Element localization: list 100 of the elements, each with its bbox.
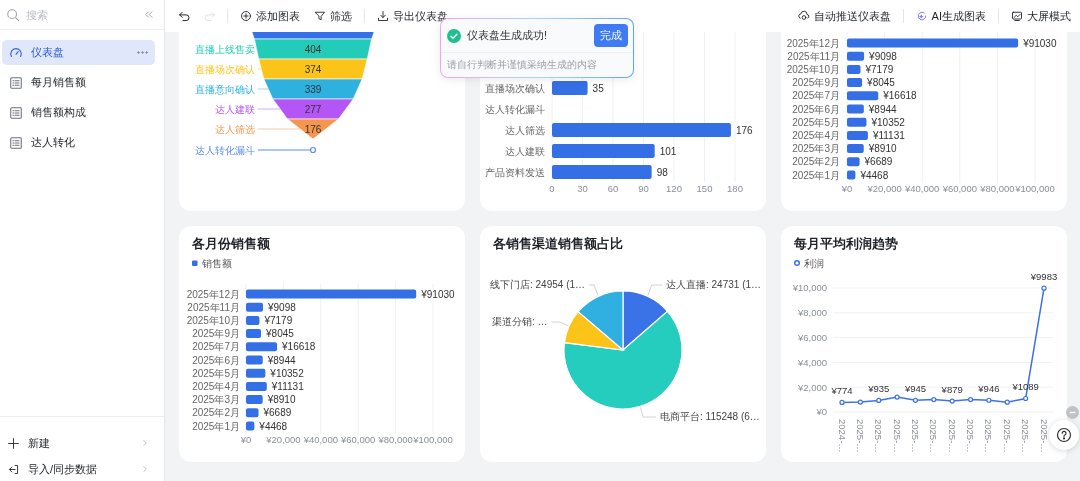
- slice-label: 渠道分销: …: [492, 316, 548, 327]
- value-label: ¥4468: [860, 169, 889, 181]
- value-label: ¥879: [941, 384, 963, 396]
- category-label: 达人转化漏斗: [485, 103, 545, 115]
- axis-tick-label: 2025-…: [873, 419, 885, 453]
- axis-tick-label: 90: [638, 183, 649, 194]
- value-label: ¥8045: [867, 77, 895, 89]
- value-label: ¥7179: [865, 64, 894, 75]
- axis-tick-label: ¥80,000: [378, 434, 413, 445]
- value-label: ¥946: [978, 383, 1000, 395]
- funnel-value: 374: [304, 63, 322, 75]
- category-label: 2025年7月: [792, 90, 840, 102]
- value-label: ¥8910: [868, 143, 897, 155]
- axis-tick-label: ¥0: [841, 183, 853, 194]
- axis-tick-label: 0: [549, 183, 555, 194]
- value-label: ¥11131: [271, 381, 304, 392]
- category-label: 2025年11月: [787, 50, 840, 62]
- axis-tick-label: ¥2,000: [797, 381, 827, 393]
- axis-tick-label: 2025-…: [928, 419, 940, 453]
- category-label: 2025年4月: [192, 381, 240, 392]
- value-label: ¥16618: [282, 341, 316, 353]
- axis-tick-label: ¥4,000: [797, 356, 827, 368]
- value-label: 101: [659, 145, 677, 157]
- legend-label: 销售额: [202, 258, 232, 269]
- funnel-label: 达人筛选: [215, 123, 255, 135]
- axis-tick-label: ¥20,000: [867, 183, 902, 194]
- axis-tick-label: 2025-…: [1001, 419, 1013, 453]
- value-label: 98: [656, 166, 668, 178]
- category-label: 产品资料发送: [485, 166, 545, 178]
- value-label: ¥8910: [267, 394, 296, 406]
- category-label: 2025年3月: [792, 143, 840, 155]
- category-label: 2025年12月: [186, 288, 240, 300]
- axis-tick-label: 2025-…: [965, 419, 977, 453]
- value-label: ¥10352: [871, 116, 905, 128]
- axis-tick-label: 2025-…: [854, 419, 866, 453]
- axis-tick-label: ¥40,000: [303, 434, 338, 445]
- category-label: 2025年5月: [792, 116, 840, 128]
- category-label: 2025年9月: [792, 77, 840, 89]
- axis-tick-label: 2025-…: [946, 419, 958, 453]
- category-label: 2025年5月: [192, 367, 240, 379]
- axis-tick-label: 2025-…: [891, 419, 903, 453]
- category-label: 2025年9月: [192, 328, 240, 340]
- value-label: ¥10352: [270, 367, 304, 379]
- funnel-value: 277: [304, 103, 322, 115]
- slice-label: 电商平台: 115248 (6…: [660, 411, 760, 422]
- funnel-label: 直播意向确认: [195, 83, 255, 95]
- category-label: 2025年2月: [792, 156, 840, 168]
- category-label: 2025年3月: [192, 394, 240, 406]
- category-label: 2025年1月: [192, 420, 240, 432]
- value-label: 35: [592, 82, 604, 94]
- axis-tick-label: ¥0: [816, 406, 827, 418]
- axis-tick-label: 2024-…: [836, 419, 848, 453]
- slice-label: 达人直播: 24731 (1…: [666, 279, 762, 290]
- axis-tick-label: ¥10,000: [792, 282, 827, 294]
- funnel-label: 直播场次确认: [195, 63, 255, 75]
- axis-tick-label: 180: [727, 183, 743, 194]
- axis-tick-label: ¥100,000: [1015, 183, 1055, 194]
- toast-title: 仪表盘生成成功!: [467, 28, 549, 43]
- chart-title: 各销售渠道销售额占比: [493, 237, 623, 251]
- axis-tick-label: ¥20,000: [266, 434, 301, 445]
- category-label: 2025年6月: [192, 354, 240, 366]
- category-label: 2025年10月: [786, 64, 840, 75]
- value-label: ¥91030: [1023, 37, 1057, 49]
- funnel-label: 达人转化漏斗: [195, 144, 255, 156]
- value-label: ¥9983: [1030, 271, 1058, 283]
- axis-tick-label: ¥6,000: [797, 332, 827, 343]
- slice-label: 线下门店: 24954 (1…: [490, 279, 586, 290]
- value-label: ¥7179: [264, 315, 293, 326]
- axis-tick-label: 2025-…: [1020, 419, 1032, 453]
- category-label: 2025年4月: [792, 130, 840, 141]
- axis-tick-label: 2025-…: [1038, 419, 1050, 453]
- category-label: 2025年1月: [792, 169, 840, 181]
- value-label: ¥935: [868, 383, 890, 395]
- axis-tick-label: 150: [696, 183, 713, 194]
- chart-title: 各月份销售额: [192, 237, 270, 251]
- category-label: 达人建联: [505, 145, 545, 157]
- axis-tick-label: 2025-…: [983, 419, 995, 453]
- category-label: 2025年2月: [192, 407, 240, 419]
- legend-label: 利润: [804, 258, 824, 269]
- funnel-label: 达人建联: [215, 103, 255, 115]
- axis-tick-label: ¥60,000: [942, 183, 977, 194]
- value-label: ¥11131: [872, 130, 905, 141]
- value-label: ¥4468: [259, 420, 288, 432]
- category-label: 达人筛选: [505, 124, 545, 136]
- value-label: ¥9098: [268, 301, 296, 313]
- axis-tick-label: ¥0: [240, 434, 252, 445]
- value-label: ¥9098: [869, 50, 897, 62]
- category-label: 2025年7月: [192, 341, 240, 353]
- category-label: 2025年10月: [186, 315, 240, 326]
- axis-tick-label: 30: [577, 183, 588, 194]
- value-label: ¥6689: [864, 156, 893, 168]
- axis-tick-label: 120: [666, 183, 682, 194]
- category-label: 2025年11月: [187, 301, 240, 313]
- axis-tick-label: ¥60,000: [341, 434, 376, 445]
- value-label: ¥8045: [266, 328, 294, 340]
- value-label: ¥8944: [267, 354, 296, 366]
- value-label: 176: [735, 124, 753, 136]
- value-label: ¥8944: [868, 103, 897, 115]
- value-label: ¥6689: [263, 407, 292, 419]
- axis-tick-label: 60: [607, 183, 619, 194]
